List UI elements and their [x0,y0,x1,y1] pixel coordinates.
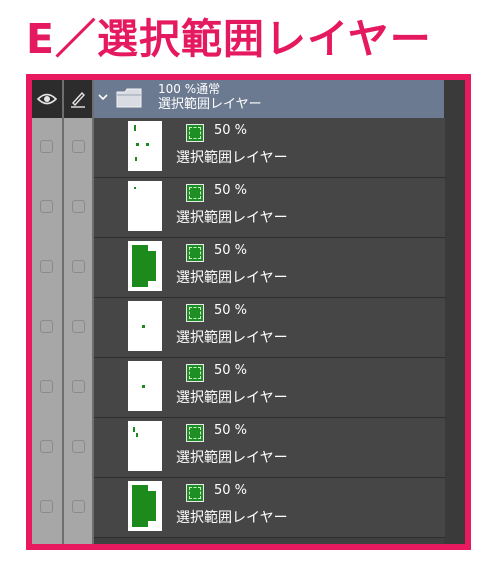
selection-layer-icon [186,184,204,202]
selection-layer-icon [186,364,204,382]
layer-name: 選択範囲レイヤー [176,210,288,226]
layer-row[interactable]: 50 % 選択範囲レイヤー [32,358,445,418]
thumbnail-mark [142,385,145,388]
layer-opacity: 50 % [214,243,248,258]
layer-row[interactable]: 50 % 選択範囲レイヤー [32,418,445,478]
layer-name: 選択範囲レイヤー [176,150,288,166]
layer-thumbnail [128,241,162,291]
selection-layer-icon [186,424,204,442]
layer-thumbnail [128,301,162,351]
edit-lock-checkbox[interactable] [72,140,85,153]
layer-opacity: 50 % [214,483,248,498]
visibility-checkbox[interactable] [40,200,53,213]
edit-lock-checkbox[interactable] [72,200,85,213]
layer-content[interactable]: 50 % 選択範囲レイヤー [94,358,445,418]
layer-row[interactable]: 50 % 選択範囲レイヤー [32,178,445,238]
thumbnail-mark [136,261,154,273]
layer-row[interactable]: 50 % 選択範囲レイヤー [32,298,445,358]
thumbnail-mark [134,187,136,189]
layer-opacity: 50 % [214,183,248,198]
edit-lock-checkbox[interactable] [72,380,85,393]
thumbnail-mark [142,325,145,328]
layer-content[interactable]: 50 % 選択範囲レイヤー [94,118,445,178]
layer-content[interactable]: 50 % 選択範囲レイヤー [94,418,445,478]
selection-layer-icon [186,124,204,142]
selection-layer-icon [186,244,204,262]
layer-thumbnail [128,361,162,411]
thumbnail-mark [136,433,138,437]
visibility-checkbox[interactable] [40,440,53,453]
folder-blend-mode: 100 %通常 [158,82,221,96]
layer-row[interactable]: 50 % 選択範囲レイヤー [32,238,445,298]
panel-scrollbar[interactable] [444,80,465,544]
layer-row[interactable]: 50 % 選択範囲レイヤー [32,118,445,178]
layer-thumbnail [128,121,162,171]
layer-row[interactable]: 50 % 選択範囲レイヤー [32,478,445,538]
layer-opacity: 50 % [214,423,248,438]
layer-thumbnail [128,181,162,231]
layer-opacity: 50 % [214,363,248,378]
visibility-header[interactable] [32,80,62,118]
edit-lock-checkbox[interactable] [72,500,85,513]
layer-thumbnail [128,481,162,531]
layer-name: 選択範囲レイヤー [176,450,288,466]
layer-content[interactable]: 50 % 選択範囲レイヤー [94,478,445,538]
edit-lock-header[interactable] [64,80,92,118]
folder-name: 選択範囲レイヤー [158,97,262,112]
layer-name: 選択範囲レイヤー [176,330,288,346]
thumbnail-mark [136,143,139,146]
thumbnail-mark [135,157,137,161]
page-title: E／選択範囲レイヤー [26,15,432,63]
thumbnail-mark [134,125,136,131]
layer-thumbnail [128,421,162,471]
folder-icon [116,88,142,108]
eye-icon [37,93,57,105]
layer-content[interactable]: 50 % 選択範囲レイヤー [94,238,445,298]
layer-folder[interactable]: 100 %通常 選択範囲レイヤー [94,80,445,118]
visibility-checkbox[interactable] [40,320,53,333]
chevron-down-icon[interactable] [97,92,109,102]
layer-name: 選択範囲レイヤー [176,510,288,526]
visibility-checkbox[interactable] [40,260,53,273]
selection-layer-icon [186,484,204,502]
layer-panel: 100 %通常 選択範囲レイヤー 50 % 選択範囲レイヤー 50 % 選択範囲レイヤ… [26,74,471,550]
layer-opacity: 50 % [214,303,248,318]
edit-lock-checkbox[interactable] [72,320,85,333]
thumbnail-mark [133,427,135,432]
layer-opacity: 50 % [214,123,248,138]
thumbnail-mark [136,501,154,513]
selection-layer-icon [186,304,204,322]
layer-name: 選択範囲レイヤー [176,390,288,406]
layer-content[interactable]: 50 % 選択範囲レイヤー [94,298,445,358]
visibility-checkbox[interactable] [40,140,53,153]
edit-lock-checkbox[interactable] [72,440,85,453]
layer-name: 選択範囲レイヤー [176,270,288,286]
pen-icon [71,91,85,108]
visibility-checkbox[interactable] [40,500,53,513]
thumbnail-mark [146,143,149,146]
edit-lock-checkbox[interactable] [72,260,85,273]
layer-content[interactable]: 50 % 選択範囲レイヤー [94,178,445,238]
visibility-checkbox[interactable] [40,380,53,393]
